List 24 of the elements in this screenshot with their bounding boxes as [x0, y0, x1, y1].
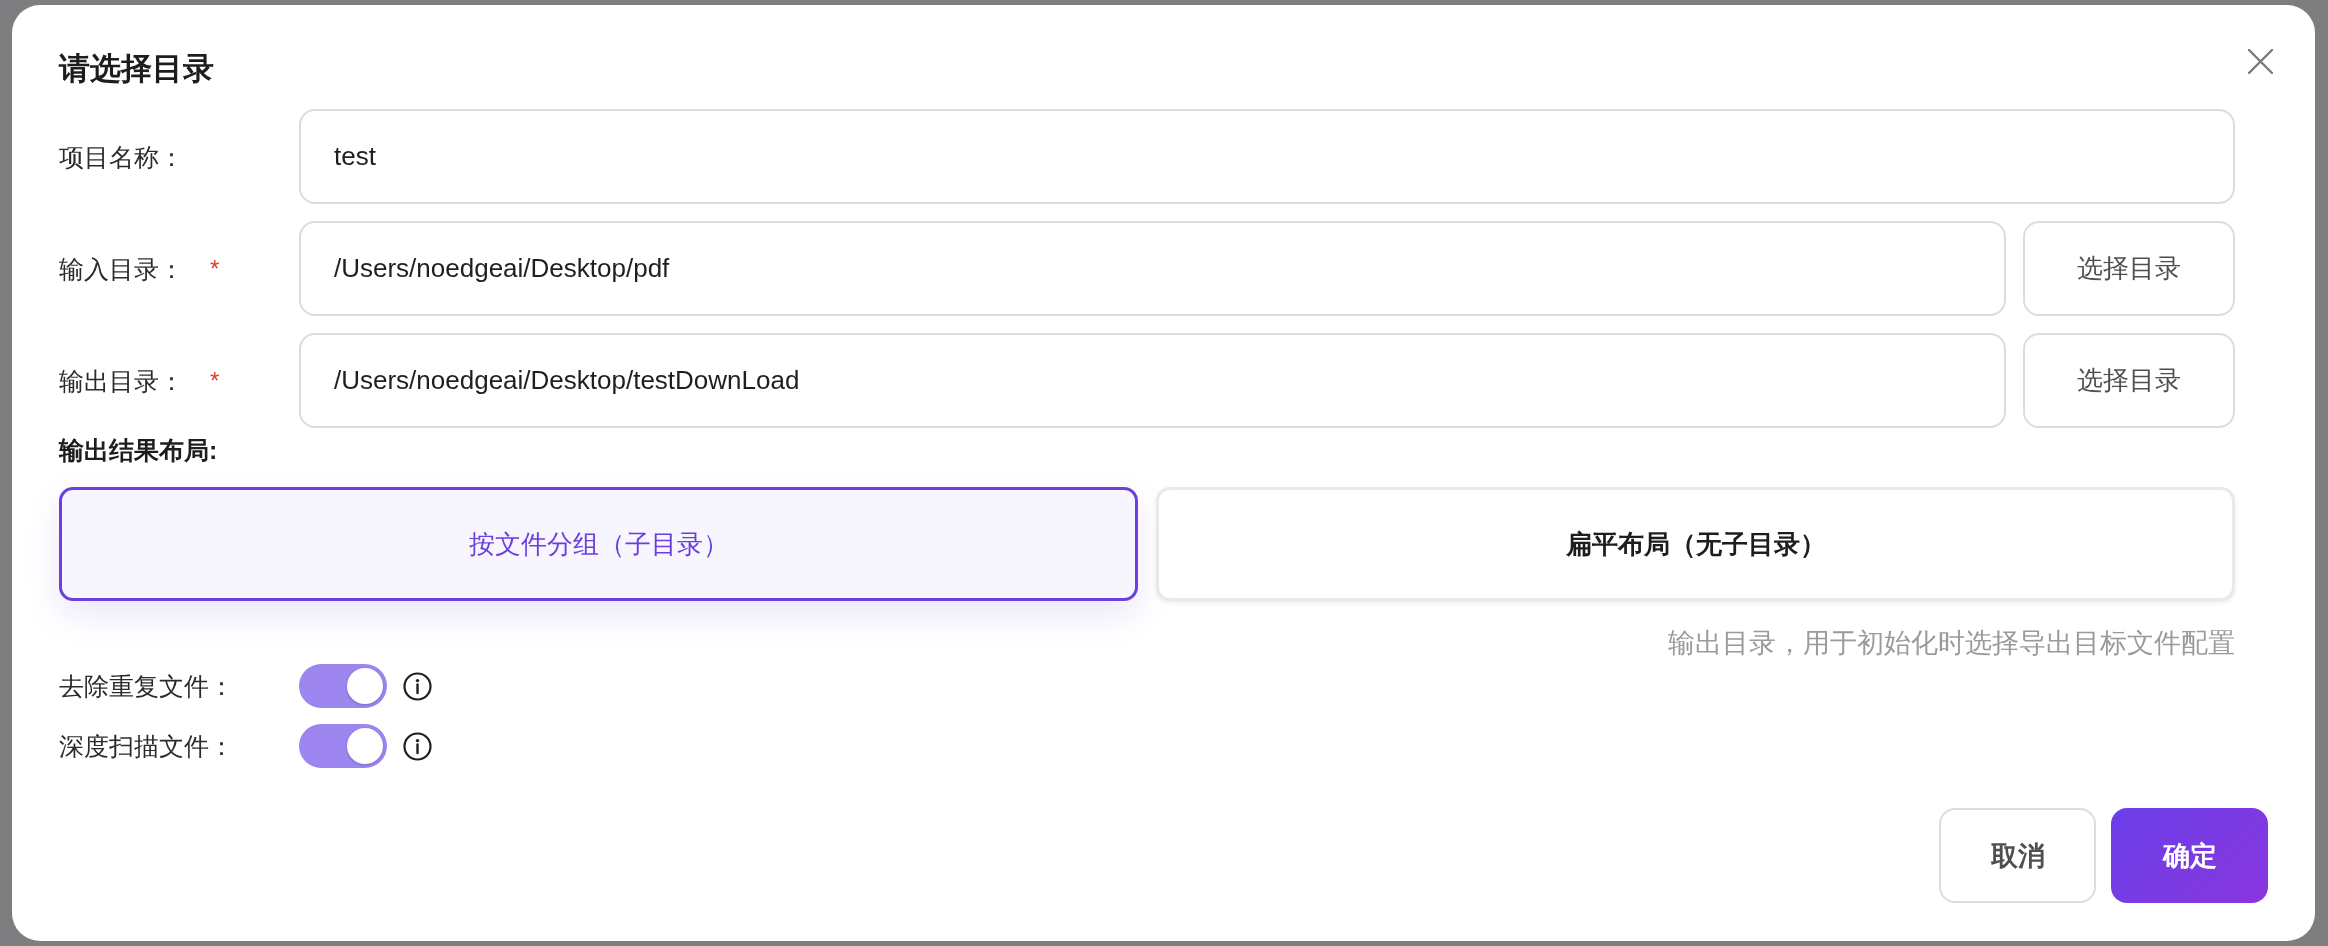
close-icon[interactable] [2248, 48, 2273, 74]
dialog-title: 请选择目录 [59, 50, 214, 88]
info-icon[interactable] [403, 731, 432, 761]
toggle-switch[interactable] [299, 664, 387, 708]
required-mark: * [210, 365, 220, 396]
choose-directory-button[interactable]: 选择目录 [2023, 221, 2235, 316]
toggle-label: 深度扫描文件： [59, 731, 234, 761]
info-icon[interactable] [403, 671, 432, 701]
required-mark: * [210, 253, 220, 284]
confirm-button[interactable]: 确定 [2111, 808, 2268, 903]
layout-option[interactable]: 扁平布局（无子目录） [1156, 487, 2235, 601]
input-field[interactable]: test [299, 109, 2235, 204]
layout-option[interactable]: 按文件分组（子目录） [59, 487, 1138, 601]
choose-directory-button[interactable]: 选择目录 [2023, 333, 2235, 428]
field-label: 项目名称： [59, 141, 184, 172]
section-label: 输出结果布局: [59, 435, 218, 465]
toggle-label: 去除重复文件： [59, 671, 234, 701]
field-label: 输入目录： [59, 253, 184, 284]
input-field[interactable]: /Users/noedgeai/Desktop/testDownLoad [299, 333, 2006, 428]
hint-text: 输出目录，用于初始化时选择导出目标文件配置 [1668, 627, 2235, 659]
cancel-button[interactable]: 取消 [1939, 808, 2096, 903]
input-field[interactable]: /Users/noedgeai/Desktop/pdf [299, 221, 2006, 316]
toggle-switch[interactable] [299, 724, 387, 768]
field-label: 输出目录： [59, 365, 184, 396]
